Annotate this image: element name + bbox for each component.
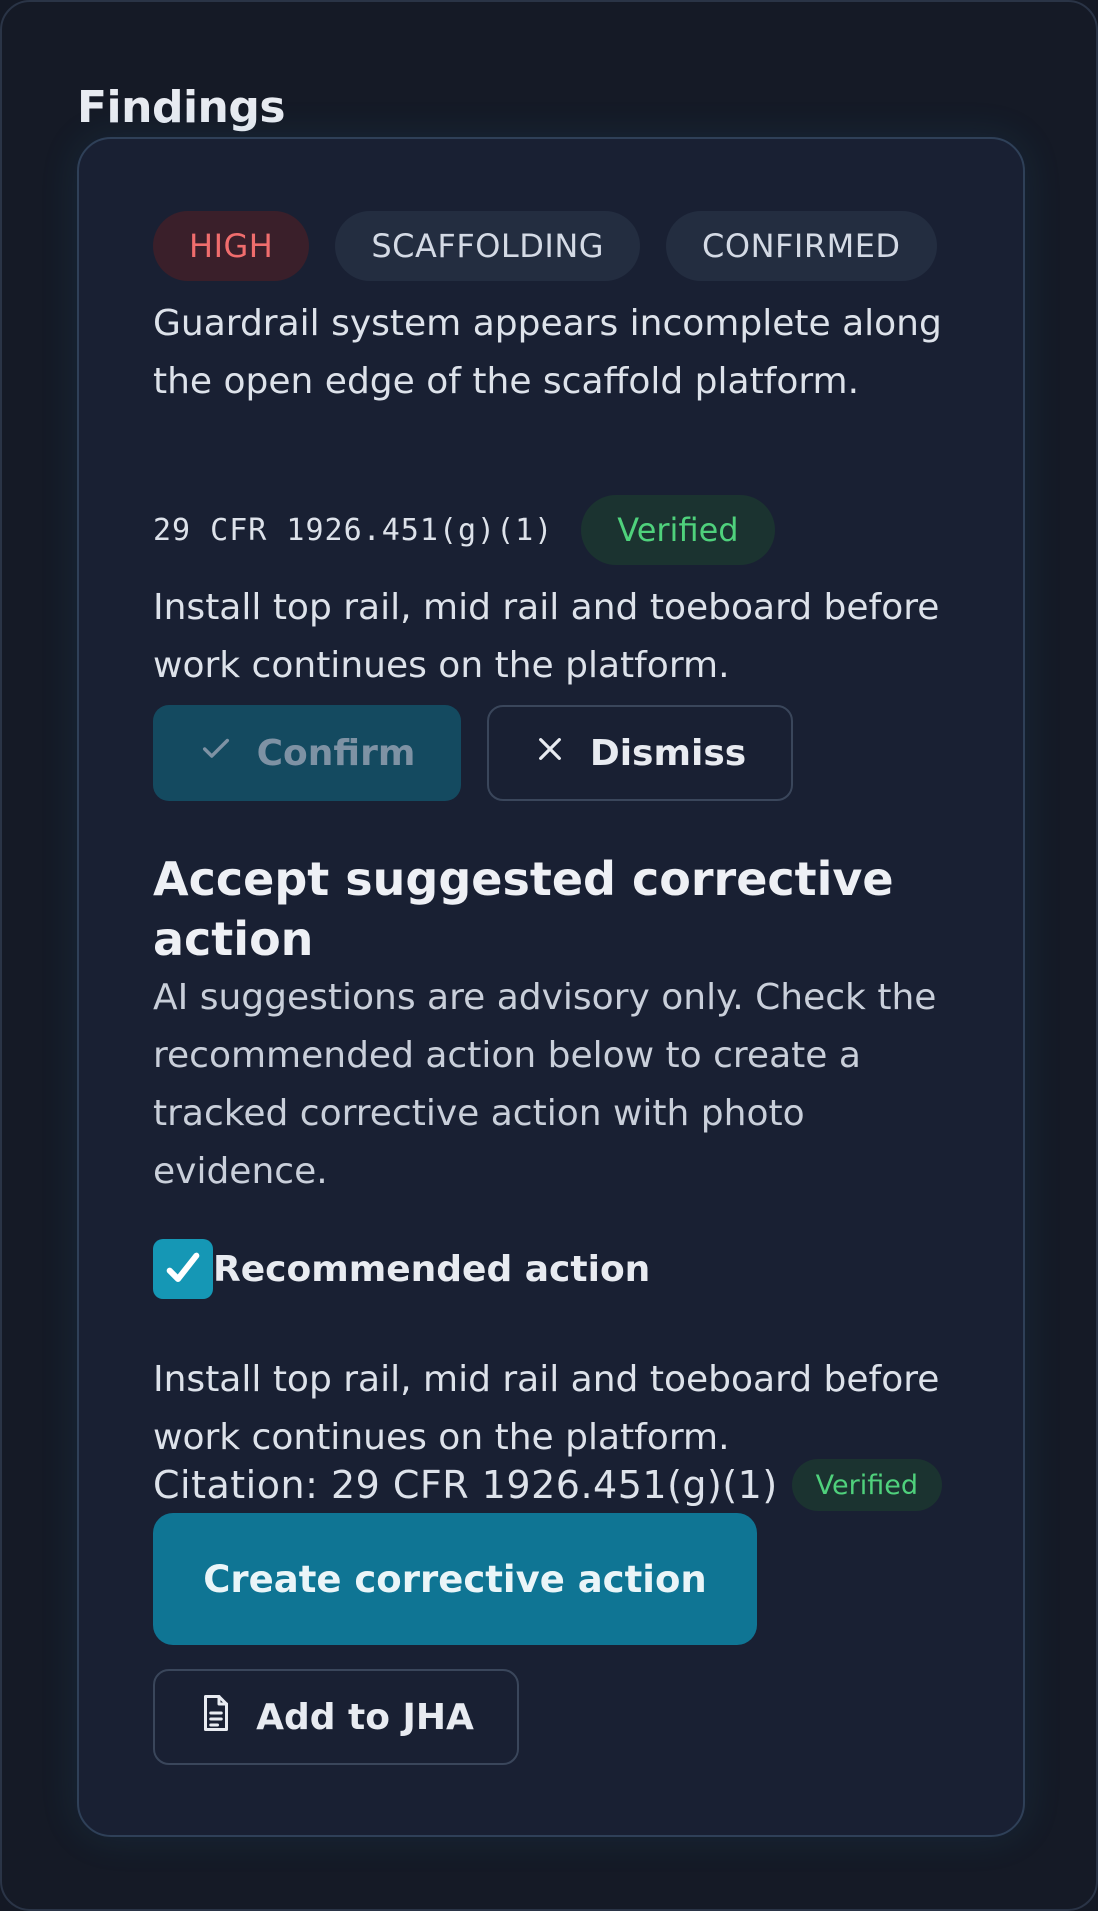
corrective-verified-badge: Verified xyxy=(791,1459,943,1511)
finding-description: Guardrail system appears incomplete alon… xyxy=(153,303,942,402)
corrective-citation: Citation: 29 CFR 1926.451(g)(1) xyxy=(153,1463,778,1507)
section-title: Findings xyxy=(77,82,286,133)
create-corrective-action-button[interactable]: Create corrective action xyxy=(153,1513,757,1645)
document-icon xyxy=(198,1693,234,1742)
findings-panel: Findings HIGH SCAFFOLDING CONFIRMED Guar… xyxy=(0,0,1098,1911)
corrective-heading: Accept suggested corrective action xyxy=(153,852,894,966)
ai-disclaimer: AI suggestions are advisory only. Check … xyxy=(153,977,937,1192)
severity-badge: HIGH xyxy=(153,211,310,281)
status-badge: CONFIRMED xyxy=(666,211,937,281)
category-badge: SCAFFOLDING xyxy=(335,211,641,281)
checkmark-icon xyxy=(166,1252,200,1282)
recommended-action-checkbox[interactable] xyxy=(153,1239,213,1299)
finding-actions: Confirm Dismiss xyxy=(153,705,793,801)
citation-row: 29 CFR 1926.451(g)(1) Verified xyxy=(153,495,775,565)
finding-badges: HIGH SCAFFOLDING CONFIRMED xyxy=(153,211,937,281)
citation-code: 29 CFR 1926.451(g)(1) xyxy=(153,512,554,548)
corrective-citation-row: Citation: 29 CFR 1926.451(g)(1) Verified xyxy=(153,1459,943,1511)
add-to-jha-label: Add to JHA xyxy=(256,1696,474,1738)
close-icon xyxy=(534,733,566,774)
check-icon xyxy=(199,732,233,775)
verified-badge: Verified xyxy=(581,495,775,565)
confirm-label: Confirm xyxy=(256,732,416,774)
checkbox-label: Recommended action xyxy=(213,1248,651,1290)
recommended-action-checkbox-row[interactable]: Recommended action xyxy=(153,1239,650,1299)
confirm-button[interactable]: Confirm xyxy=(153,705,461,801)
dismiss-label: Dismiss xyxy=(589,732,747,774)
dismiss-button[interactable]: Dismiss xyxy=(487,705,793,801)
add-to-jha-button[interactable]: Add to JHA xyxy=(153,1669,519,1765)
recommended-action-text: Install top rail, mid rail and toeboard … xyxy=(153,1359,940,1458)
finding-recommendation: Install top rail, mid rail and toeboard … xyxy=(153,587,940,686)
finding-card: HIGH SCAFFOLDING CONFIRMED Guardrail sys… xyxy=(77,137,1025,1837)
